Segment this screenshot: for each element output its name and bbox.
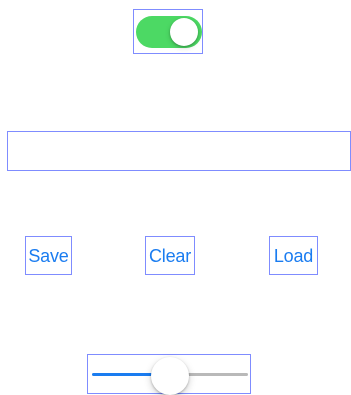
switch-knob[interactable]	[170, 18, 198, 46]
slider-max-track	[185, 373, 248, 376]
switch-toggle[interactable]	[133, 9, 203, 54]
load-button[interactable]: Load	[269, 236, 318, 275]
slider-thumb[interactable]	[151, 357, 189, 395]
slider[interactable]	[87, 354, 251, 395]
clear-button[interactable]: Clear	[145, 236, 195, 275]
text-field[interactable]	[7, 131, 351, 171]
save-button[interactable]: Save	[25, 236, 72, 275]
slider-min-track	[92, 373, 155, 376]
